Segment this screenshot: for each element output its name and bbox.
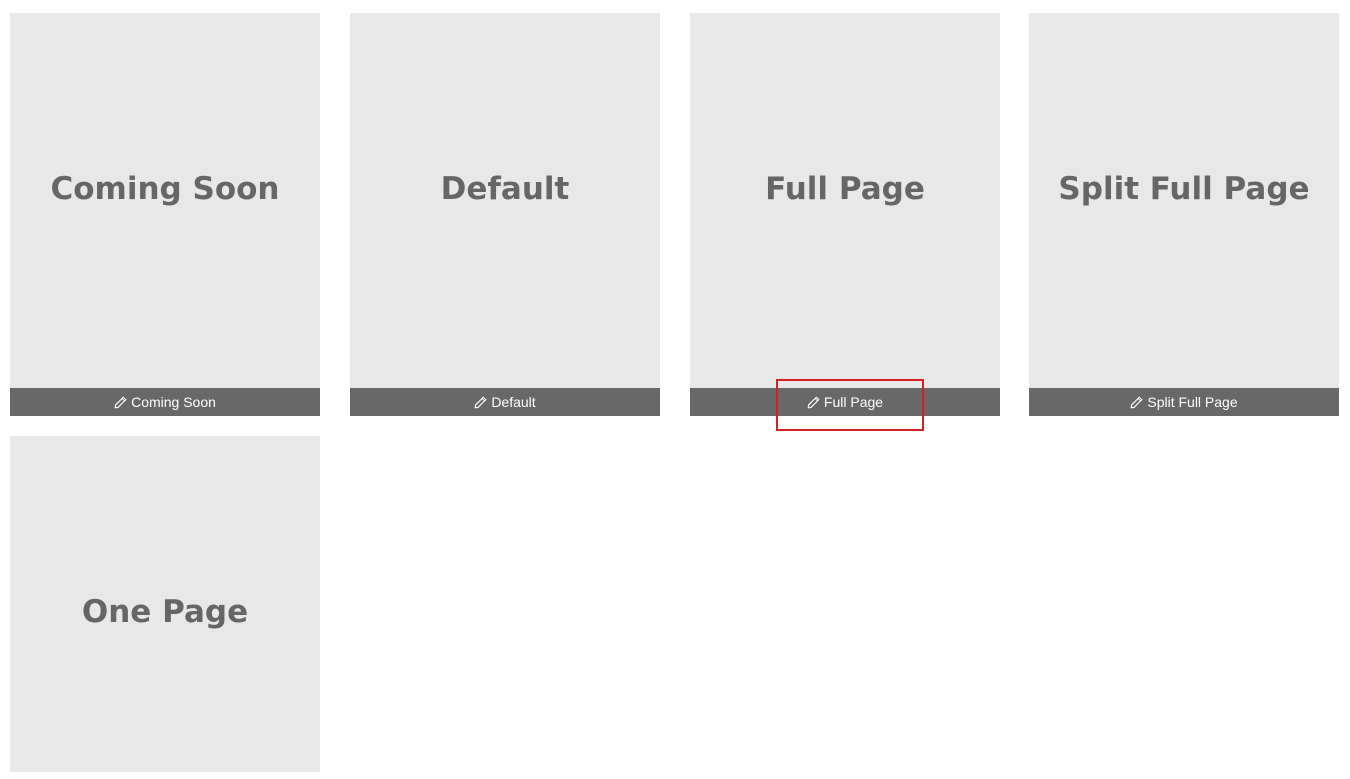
card-title: Coming Soon [50, 171, 280, 207]
edit-default-button[interactable]: Default [350, 388, 660, 416]
card-title: Default [440, 171, 570, 207]
card-title: Full Page [765, 171, 925, 207]
template-card-coming-soon[interactable]: Coming Soon Coming Soon [10, 13, 320, 416]
pencil-icon [474, 396, 487, 409]
edit-label: Default [491, 394, 536, 410]
card-title: One Page [81, 594, 249, 630]
template-card-split-full-page[interactable]: Split Full Page Split Full Page [1029, 13, 1339, 416]
template-card-one-page[interactable]: One Page [10, 436, 320, 772]
pencil-icon [807, 396, 820, 409]
card-title: Split Full Page [1058, 171, 1310, 207]
template-gallery: Coming Soon Coming Soon Default Default … [0, 0, 1350, 779]
edit-coming-soon-button[interactable]: Coming Soon [10, 388, 320, 416]
edit-label: Coming Soon [131, 394, 216, 410]
edit-label: Full Page [823, 394, 884, 410]
template-card-default[interactable]: Default Default [350, 13, 660, 416]
template-card-full-page[interactable]: Full Page Full Page [690, 13, 1000, 416]
edit-label: Split Full Page [1147, 394, 1238, 410]
pencil-icon [114, 396, 127, 409]
edit-full-page-button[interactable]: Full Page [690, 388, 1000, 416]
pencil-icon [1130, 396, 1143, 409]
edit-split-full-page-button[interactable]: Split Full Page [1029, 388, 1339, 416]
